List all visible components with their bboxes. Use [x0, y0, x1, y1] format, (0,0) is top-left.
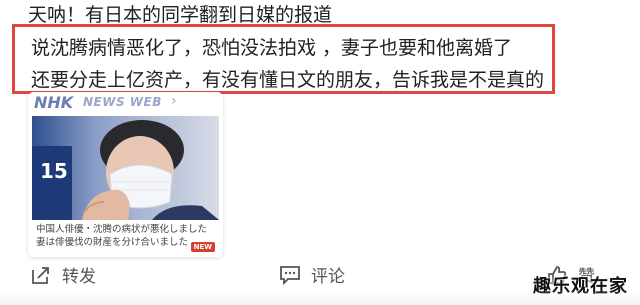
news-source-bar: NHK NEWS WEB › — [28, 92, 223, 114]
quote-line-2: 还要分走上亿资产，有没有懂日文的朋友，告诉我是不是真的 — [31, 69, 545, 91]
highlighted-quote: 说沈腾病情恶化了，恐怕没法拍戏 ，妻子也要和他离婚了 还要分走上亿资产，有没有懂… — [12, 24, 555, 94]
caption-line-2: 妻は俳優伐の財産を分け合いました — [36, 237, 189, 248]
share-label: 转发 — [62, 267, 96, 287]
svg-text:15: 15 — [40, 159, 68, 183]
quote-line-1: 说沈腾病情恶化了，恐怕没法拍戏 ，妻子也要和他离婚了 — [31, 37, 513, 59]
post-headline: 天呐！有日本的同学翻到日媒的报道 — [28, 4, 333, 26]
comment-icon — [280, 265, 300, 285]
chevron-right-icon: › — [171, 93, 177, 109]
new-badge: NEW — [190, 242, 215, 252]
news-source-label: NEWS WEB — [83, 95, 162, 109]
share-button[interactable]: 转发 — [30, 262, 96, 287]
caption-line-1: 中国人俳優・沈腾の病状が悪化しました — [36, 224, 208, 235]
comment-label: 评论 — [311, 267, 345, 287]
bottom-fade — [0, 291, 640, 305]
news-caption: 中国人俳優・沈腾の病状が悪化しました 妻は俳優伐の財産を分け合いました — [36, 223, 216, 249]
news-photo[interactable]: 15 — [32, 116, 219, 220]
comment-button[interactable]: 评论 — [279, 262, 345, 287]
news-card[interactable]: NHK NEWS WEB › 15 中国人俳優・沈腾の病状が悪化しました 妻は俳… — [28, 92, 223, 257]
share-icon — [32, 266, 49, 284]
nhk-logo: NHK — [34, 93, 74, 112]
